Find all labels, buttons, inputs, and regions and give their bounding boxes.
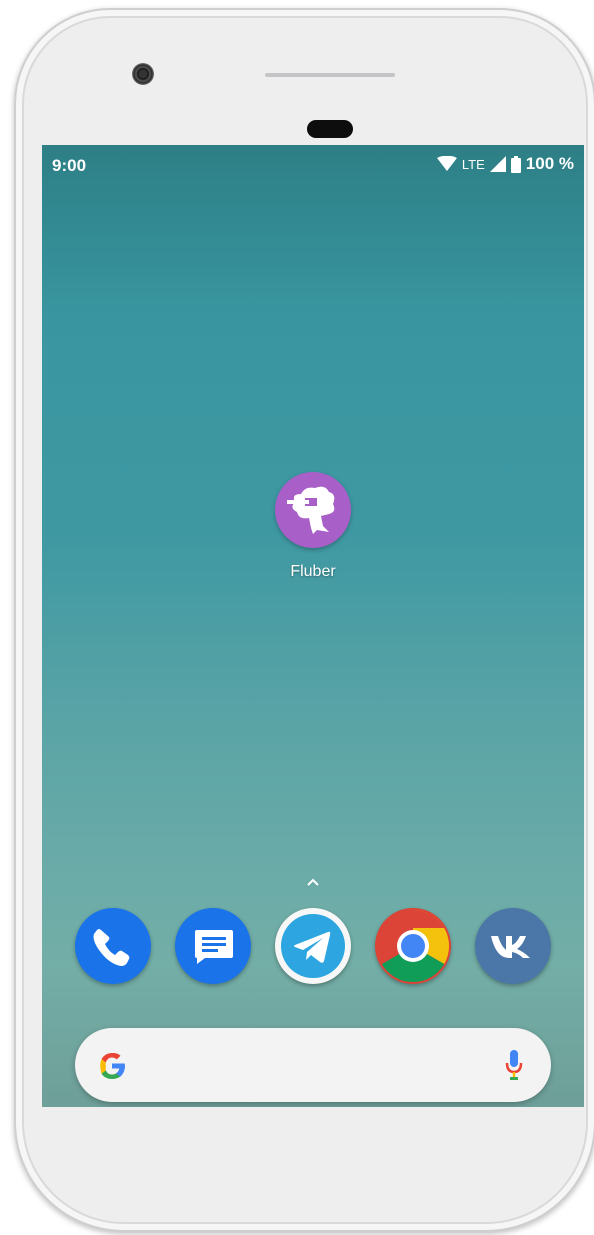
google-g-icon bbox=[100, 1052, 125, 1079]
vk-icon bbox=[491, 936, 530, 958]
earpiece bbox=[307, 120, 353, 138]
dock-messages-button[interactable] bbox=[175, 908, 251, 984]
front-camera bbox=[132, 63, 154, 85]
fluber-app-label[interactable]: Fluber bbox=[263, 563, 363, 581]
home-screen[interactable]: 9:00 LTE 100 % Fluber bbox=[42, 145, 584, 1107]
dock-phone-button[interactable] bbox=[75, 908, 151, 984]
dock-telegram-button[interactable] bbox=[275, 908, 351, 984]
dock-chrome-button[interactable] bbox=[375, 908, 451, 984]
dock-vk-button[interactable] bbox=[475, 908, 551, 984]
network-type: LTE bbox=[461, 156, 485, 172]
chevron-up-icon[interactable] bbox=[304, 877, 322, 887]
messages-icon bbox=[195, 930, 233, 964]
chrome-icon bbox=[376, 910, 450, 983]
microphone-icon[interactable] bbox=[505, 1048, 523, 1082]
battery-icon bbox=[510, 155, 521, 173]
status-time: 9:00 bbox=[52, 156, 87, 175]
phone-icon bbox=[93, 929, 130, 966]
status-icons: LTE 100 % bbox=[436, 154, 574, 174]
telegram-icon bbox=[281, 914, 345, 978]
status-bar: 9:00 LTE 100 % bbox=[42, 145, 584, 185]
fluber-app-icon[interactable] bbox=[275, 472, 351, 548]
google-search-bar[interactable] bbox=[75, 1028, 551, 1102]
wifi-icon bbox=[436, 156, 457, 172]
signal-icon bbox=[489, 156, 506, 172]
fluber-tree-icon bbox=[287, 486, 335, 534]
speaker-grille bbox=[265, 73, 395, 77]
battery-percent: 100 % bbox=[525, 154, 574, 173]
